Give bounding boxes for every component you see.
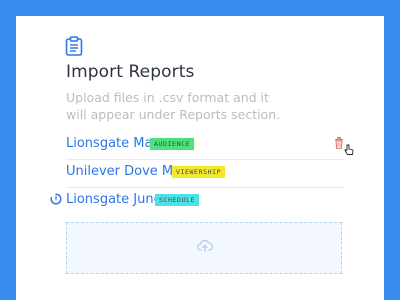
page-title: Import Reports — [66, 62, 195, 82]
cloud-upload-icon — [197, 240, 213, 253]
report-tag-badge: SCHEDULE — [155, 194, 200, 206]
loading-spinner-icon — [50, 193, 62, 205]
page-subtitle: Upload files in .csv format and it will … — [66, 90, 281, 122]
report-row[interactable]: Unilever Dove May VIEWERSHIP — [66, 160, 344, 188]
report-name[interactable]: Lionsgate May — [66, 136, 160, 151]
clipboard-icon — [65, 36, 83, 56]
trash-icon[interactable] — [334, 137, 344, 149]
report-row[interactable]: Lionsgate June SCHEDULE — [50, 188, 344, 216]
report-tag-badge: VIEWERSHIP — [172, 166, 226, 178]
report-tag-badge: AUDIENCE — [150, 138, 195, 150]
report-name[interactable]: Unilever Dove May — [66, 164, 189, 179]
upload-dropzone[interactable] — [66, 222, 342, 274]
report-name[interactable]: Lionsgate June — [66, 192, 162, 207]
import-reports-panel: Import Reports Upload files in .csv form… — [16, 16, 384, 300]
report-row[interactable]: Lionsgate May AUDIENCE — [66, 132, 354, 160]
hand-cursor-icon — [344, 144, 354, 155]
